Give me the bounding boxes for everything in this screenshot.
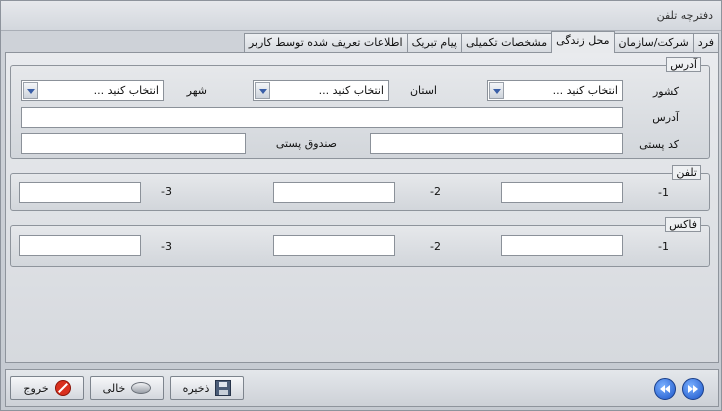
exit-button-label: خروج xyxy=(23,381,49,395)
address-label: آدرس xyxy=(652,111,679,124)
tab-person[interactable]: فرد xyxy=(692,33,719,53)
window-title: دفترچه تلفن xyxy=(656,9,713,22)
province-label: استان xyxy=(409,84,437,97)
tab-user-defined-info[interactable]: اطلاعات تعریف شده توسط کاربر xyxy=(243,33,408,53)
address-group: آدرس کشور انتخاب کنید ... استان انتخاب ک… xyxy=(10,57,710,159)
chevron-down-icon[interactable] xyxy=(255,82,270,99)
clear-button[interactable]: خالی xyxy=(90,376,164,400)
tab-residence[interactable]: محل زندگی xyxy=(551,31,615,53)
eraser-icon xyxy=(131,382,152,394)
phone-1-label: -1 xyxy=(658,186,669,199)
next-record-button[interactable] xyxy=(682,378,704,400)
province-select-value: انتخاب کنید ... xyxy=(318,84,384,97)
postal-code-field[interactable] xyxy=(370,133,623,154)
clear-button-label: خالی xyxy=(102,381,126,395)
previous-record-button[interactable] xyxy=(654,378,676,400)
tab-company[interactable]: شرکت/سازمان xyxy=(613,33,694,53)
chevron-down-icon[interactable] xyxy=(489,82,504,99)
phone-group: تلفن -1 -2 -3 xyxy=(10,165,710,211)
floppy-disk-icon xyxy=(215,380,232,396)
fax-3-label: -3 xyxy=(161,240,172,253)
tab-greeting-message[interactable]: پیام تبریک xyxy=(406,33,462,53)
postal-code-label: کد پستی xyxy=(639,138,679,151)
country-select-value: انتخاب کنید ... xyxy=(552,84,618,97)
fax-group-caption: فاکس xyxy=(665,217,701,232)
save-button[interactable]: ذخیره xyxy=(170,376,244,400)
double-right-arrow-icon-part xyxy=(693,385,698,393)
country-select[interactable]: انتخاب کنید ... xyxy=(487,80,623,101)
phone-group-caption: تلفن xyxy=(672,165,701,180)
country-label: کشور xyxy=(652,85,679,98)
tab-additional-details[interactable]: مشخصات تکمیلی xyxy=(460,33,553,53)
fax-1-label: -1 xyxy=(658,240,669,253)
address-group-caption: آدرس xyxy=(666,57,701,72)
no-entry-icon xyxy=(54,380,71,396)
city-label: شهر xyxy=(186,84,207,97)
chevron-down-icon[interactable] xyxy=(23,82,38,99)
phonebook-window: دفترچه تلفن فرد شرکت/سازمان محل زندگی مش… xyxy=(0,0,722,411)
bottom-toolbar: خروج خالی ذخیره xyxy=(5,369,719,407)
residence-tab-panel: آدرس کشور انتخاب کنید ... استان انتخاب ک… xyxy=(5,52,719,363)
po-box-field[interactable] xyxy=(21,133,246,154)
fax-2-label: -2 xyxy=(430,240,441,253)
phone-1-field[interactable] xyxy=(501,182,623,203)
fax-1-field[interactable] xyxy=(501,235,623,256)
title-bar: دفترچه تلفن xyxy=(1,1,721,31)
exit-button[interactable]: خروج xyxy=(10,376,84,400)
phone-3-label: -3 xyxy=(161,185,172,198)
phone-2-label: -2 xyxy=(430,185,441,198)
save-button-label: ذخیره xyxy=(182,381,210,395)
phone-2-field[interactable] xyxy=(273,182,395,203)
province-select[interactable]: انتخاب کنید ... xyxy=(253,80,389,101)
address-field[interactable] xyxy=(21,107,623,128)
fax-group: فاکس -1 -2 -3 xyxy=(10,217,710,267)
city-select-value: انتخاب کنید ... xyxy=(93,84,159,97)
double-left-arrow-icon-part xyxy=(665,385,670,393)
city-select[interactable]: انتخاب کنید ... xyxy=(21,80,164,101)
phone-3-field[interactable] xyxy=(19,182,141,203)
fax-3-field[interactable] xyxy=(19,235,141,256)
fax-2-field[interactable] xyxy=(273,235,395,256)
po-box-label: صندوق پستی xyxy=(275,137,337,150)
tab-strip: فرد شرکت/سازمان محل زندگی مشخصات تکمیلی … xyxy=(235,31,719,53)
